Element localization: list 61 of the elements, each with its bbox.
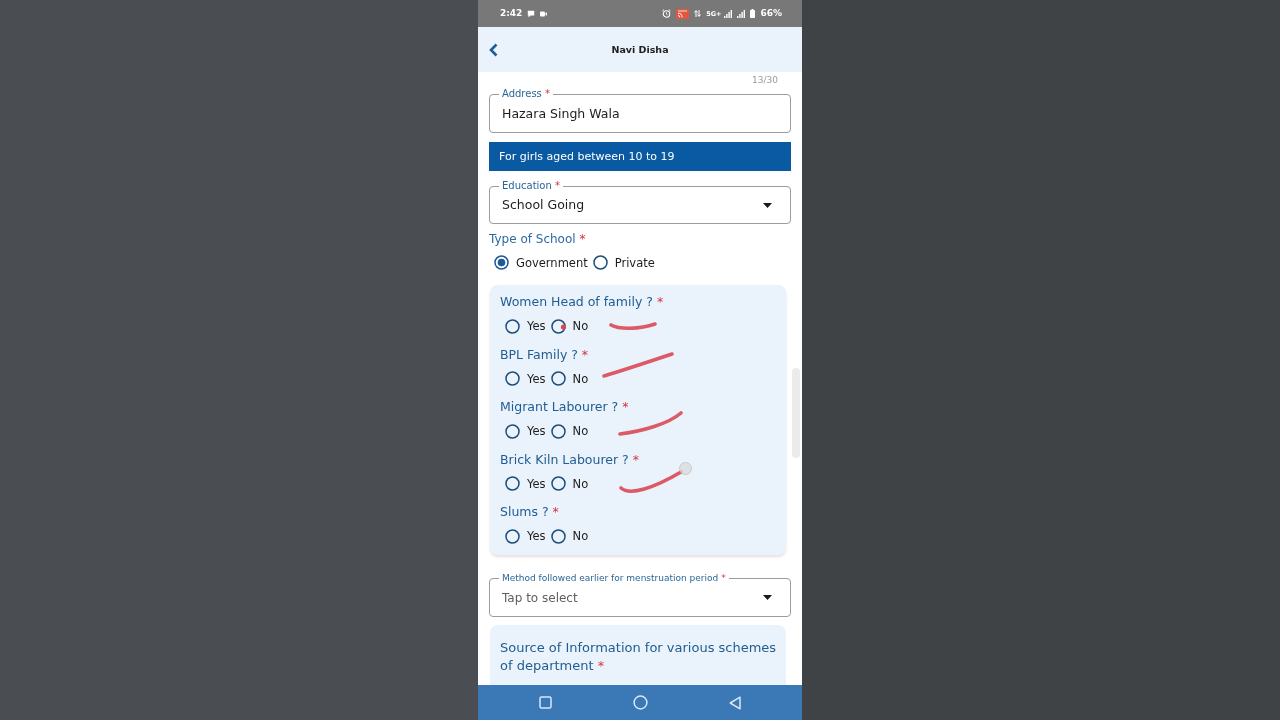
radio-label[interactable]: No [572, 424, 589, 438]
field-label: Method followed earlier for menstruation period * [499, 572, 729, 584]
radio-button[interactable] [550, 476, 566, 491]
pen-stroke [619, 470, 683, 493]
pen-stroke [602, 352, 674, 378]
radio-button[interactable] [505, 476, 520, 491]
radio-button[interactable] [550, 318, 566, 334]
radio-button[interactable] [494, 255, 509, 270]
battery-percent: 66% [760, 8, 782, 19]
message-icon [527, 9, 536, 18]
video-icon [540, 10, 548, 17]
address-field[interactable]: Address * Hazara Singh Wala [489, 88, 791, 133]
data-arrows-icon [694, 9, 702, 18]
radio-button[interactable] [550, 423, 566, 439]
radio-label[interactable]: Private [614, 255, 655, 270]
radio-button[interactable] [550, 371, 566, 386]
radio-button[interactable] [505, 318, 520, 334]
radio-label[interactable]: No [572, 319, 589, 333]
app-title: Navi Disha [611, 43, 669, 56]
radio-label[interactable]: No [572, 476, 589, 491]
caret-down-icon [763, 595, 772, 600]
square-nav-icon[interactable] [539, 696, 552, 709]
radio-label[interactable]: No [572, 371, 589, 386]
radio-button[interactable] [505, 528, 520, 544]
question-label: Women Head of family ? * [500, 294, 665, 310]
radio-button[interactable] [505, 371, 520, 386]
status-time: 2:42 [500, 8, 523, 19]
character-counter: 13/30 [752, 74, 778, 86]
back-icon[interactable] [489, 43, 498, 57]
question-label: BPL Family ? * [500, 346, 590, 363]
field-label: Education * [499, 180, 563, 192]
radio-label[interactable]: Yes [527, 424, 546, 438]
radio-button[interactable] [592, 255, 608, 270]
radio-label[interactable]: Yes [527, 319, 546, 333]
question-label: Migrant Labourer ? * [500, 399, 630, 415]
radio-label[interactable]: Yes [527, 529, 546, 543]
battery-icon [750, 9, 756, 18]
radio-label[interactable]: Yes [527, 371, 546, 386]
radio-label[interactable]: Government [516, 255, 588, 270]
question-label: Source of Information for various schemes of department * [500, 639, 778, 675]
radio-label[interactable]: No [572, 529, 589, 543]
radio-button[interactable] [550, 528, 566, 544]
triangle-nav-icon[interactable] [729, 695, 741, 710]
field-label: Address * [499, 88, 553, 100]
radio-button[interactable] [505, 423, 520, 439]
pen-stroke [609, 322, 657, 331]
radio-label[interactable]: Yes [527, 476, 546, 491]
pen-dot [560, 324, 567, 330]
alarm-icon [662, 9, 672, 18]
question-label: Brick Kiln Labourer ? * [500, 451, 640, 468]
question-label: Slums ? * [500, 504, 560, 520]
info-banner: For girls aged between 10 to 19 [489, 142, 791, 171]
signal-icon [724, 9, 733, 18]
education-dropdown[interactable]: Education * School Going [489, 180, 791, 224]
circle-nav-icon[interactable] [633, 695, 648, 710]
section-label: Type of School * [489, 231, 587, 247]
signal-icon [737, 9, 746, 18]
pen-stroke [618, 411, 683, 436]
caret-down-icon [763, 202, 772, 208]
method-dropdown[interactable]: Method followed earlier for menstruation period * Tap to select [489, 572, 791, 617]
cast-icon [676, 8, 690, 19]
